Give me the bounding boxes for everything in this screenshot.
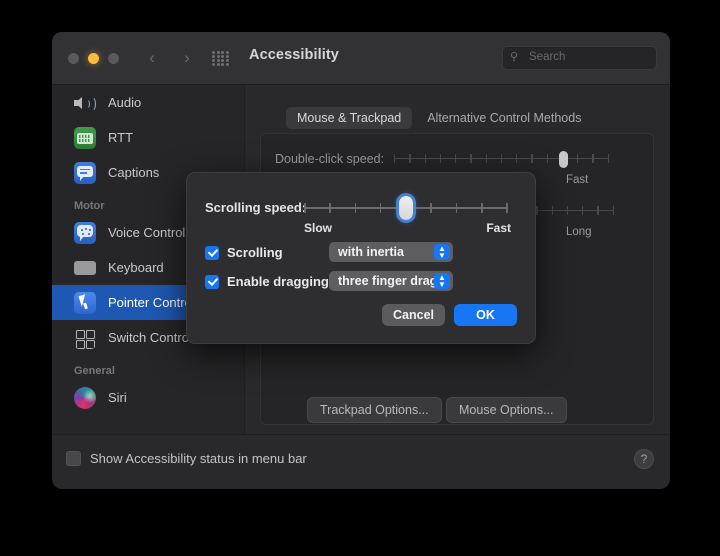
scrolling-options-dialog: Scrolling speed: Slow Fast Scrolling wit…	[186, 172, 536, 344]
double-click-speed-label: Double-click speed:	[275, 152, 385, 166]
search-input[interactable]: ⚲ Search	[502, 46, 657, 70]
slider-min-label: Slow	[304, 221, 333, 235]
cancel-button[interactable]: Cancel	[382, 304, 445, 326]
voice-control-icon	[74, 221, 96, 244]
scrolling-checkbox[interactable]	[205, 245, 219, 260]
sidebar-item-label: RTT	[108, 130, 134, 145]
rtt-icon	[74, 126, 96, 149]
forward-chevron-icon[interactable]: ›	[177, 47, 197, 69]
page-title: Accessibility	[249, 47, 339, 63]
show-status-label: Show Accessibility status in menu bar	[90, 451, 307, 466]
spring-delay-long-label: Long	[566, 226, 592, 238]
screen: ‹ › Accessibility ⚲ Search Audio RTT Cap…	[0, 0, 720, 556]
sidebar-item-label: Captions	[108, 165, 160, 180]
enable-dragging-checkbox-label: Enable dragging	[227, 274, 329, 289]
double-click-speed-row: Double-click speed:	[275, 151, 670, 168]
enable-dragging-popup-value: three finger drag	[338, 274, 438, 288]
minimize-window-button[interactable]	[88, 53, 99, 64]
sidebar-item-label: Audio	[108, 95, 142, 110]
slider-thumb[interactable]	[559, 151, 569, 168]
enable-dragging-popup-button[interactable]: three finger drag ▲ ▼	[329, 271, 453, 291]
scrolling-popup-button[interactable]: with inertia ▲ ▼	[329, 242, 453, 262]
sidebar-group-general: General	[74, 365, 115, 377]
show-status-checkbox[interactable]: Show Accessibility status in menu bar	[66, 451, 307, 466]
siri-icon	[74, 386, 96, 409]
search-icon: ⚲	[510, 51, 519, 63]
ok-button[interactable]: OK	[454, 304, 517, 326]
mouse-options-button[interactable]: Mouse Options...	[446, 397, 567, 423]
sidebar-item-label: Siri	[108, 390, 127, 405]
sidebar-item-label: Voice Control	[108, 225, 186, 240]
help-button[interactable]: ?	[634, 449, 654, 469]
close-window-button[interactable]	[68, 53, 79, 64]
slider-ticks	[394, 154, 609, 163]
checkbox-box	[66, 451, 81, 466]
double-click-speed-fast-label: Fast	[566, 174, 589, 186]
captions-icon	[74, 161, 96, 184]
window-toolbar: ‹ › Accessibility ⚲ Search	[52, 32, 670, 85]
zoom-window-button[interactable]	[108, 53, 119, 64]
chevron-up-down-icon: ▲ ▼	[434, 273, 450, 289]
apps-grid-icon[interactable]	[212, 51, 229, 66]
keyboard-icon	[74, 260, 96, 275]
enable-dragging-checkbox-row: Enable dragging	[205, 274, 329, 289]
sidebar-item-rtt[interactable]: RTT	[52, 120, 244, 155]
slider-max-label: Fast	[486, 221, 511, 235]
scrolling-checkbox-label: Scrolling	[227, 245, 283, 260]
slider-thumb[interactable]	[399, 196, 413, 220]
scrolling-speed-slider[interactable]	[304, 196, 508, 220]
scrolling-popup-value: with inertia	[338, 245, 404, 259]
double-click-speed-slider[interactable]	[394, 151, 610, 168]
enable-dragging-checkbox[interactable]	[205, 274, 219, 289]
search-placeholder: Search	[529, 51, 566, 63]
trackpad-options-button[interactable]: Trackpad Options...	[307, 397, 442, 423]
sidebar-item-label: Switch Control	[108, 330, 192, 345]
tab-mouse-trackpad[interactable]: Mouse & Trackpad	[286, 107, 413, 129]
sidebar-item-siri[interactable]: Siri	[52, 380, 244, 415]
audio-icon	[74, 92, 96, 114]
pointer-control-icon	[74, 291, 96, 314]
sidebar-item-label: Pointer Control	[108, 295, 195, 310]
switch-control-icon	[74, 327, 96, 349]
chevron-up-down-icon: ▲ ▼	[434, 244, 450, 260]
tab-bar: Mouse & Trackpad Alternative Control Met…	[286, 107, 592, 129]
window-footer: Show Accessibility status in menu bar ?	[52, 434, 670, 489]
scrolling-checkbox-row: Scrolling	[205, 245, 283, 260]
sidebar-item-audio[interactable]: Audio	[52, 85, 244, 120]
sidebar-item-label: Keyboard	[108, 260, 164, 275]
scrolling-speed-label: Scrolling speed:	[205, 200, 307, 215]
tab-alternative-control-methods[interactable]: Alternative Control Methods	[416, 107, 592, 129]
back-chevron-icon[interactable]: ‹	[142, 47, 162, 69]
